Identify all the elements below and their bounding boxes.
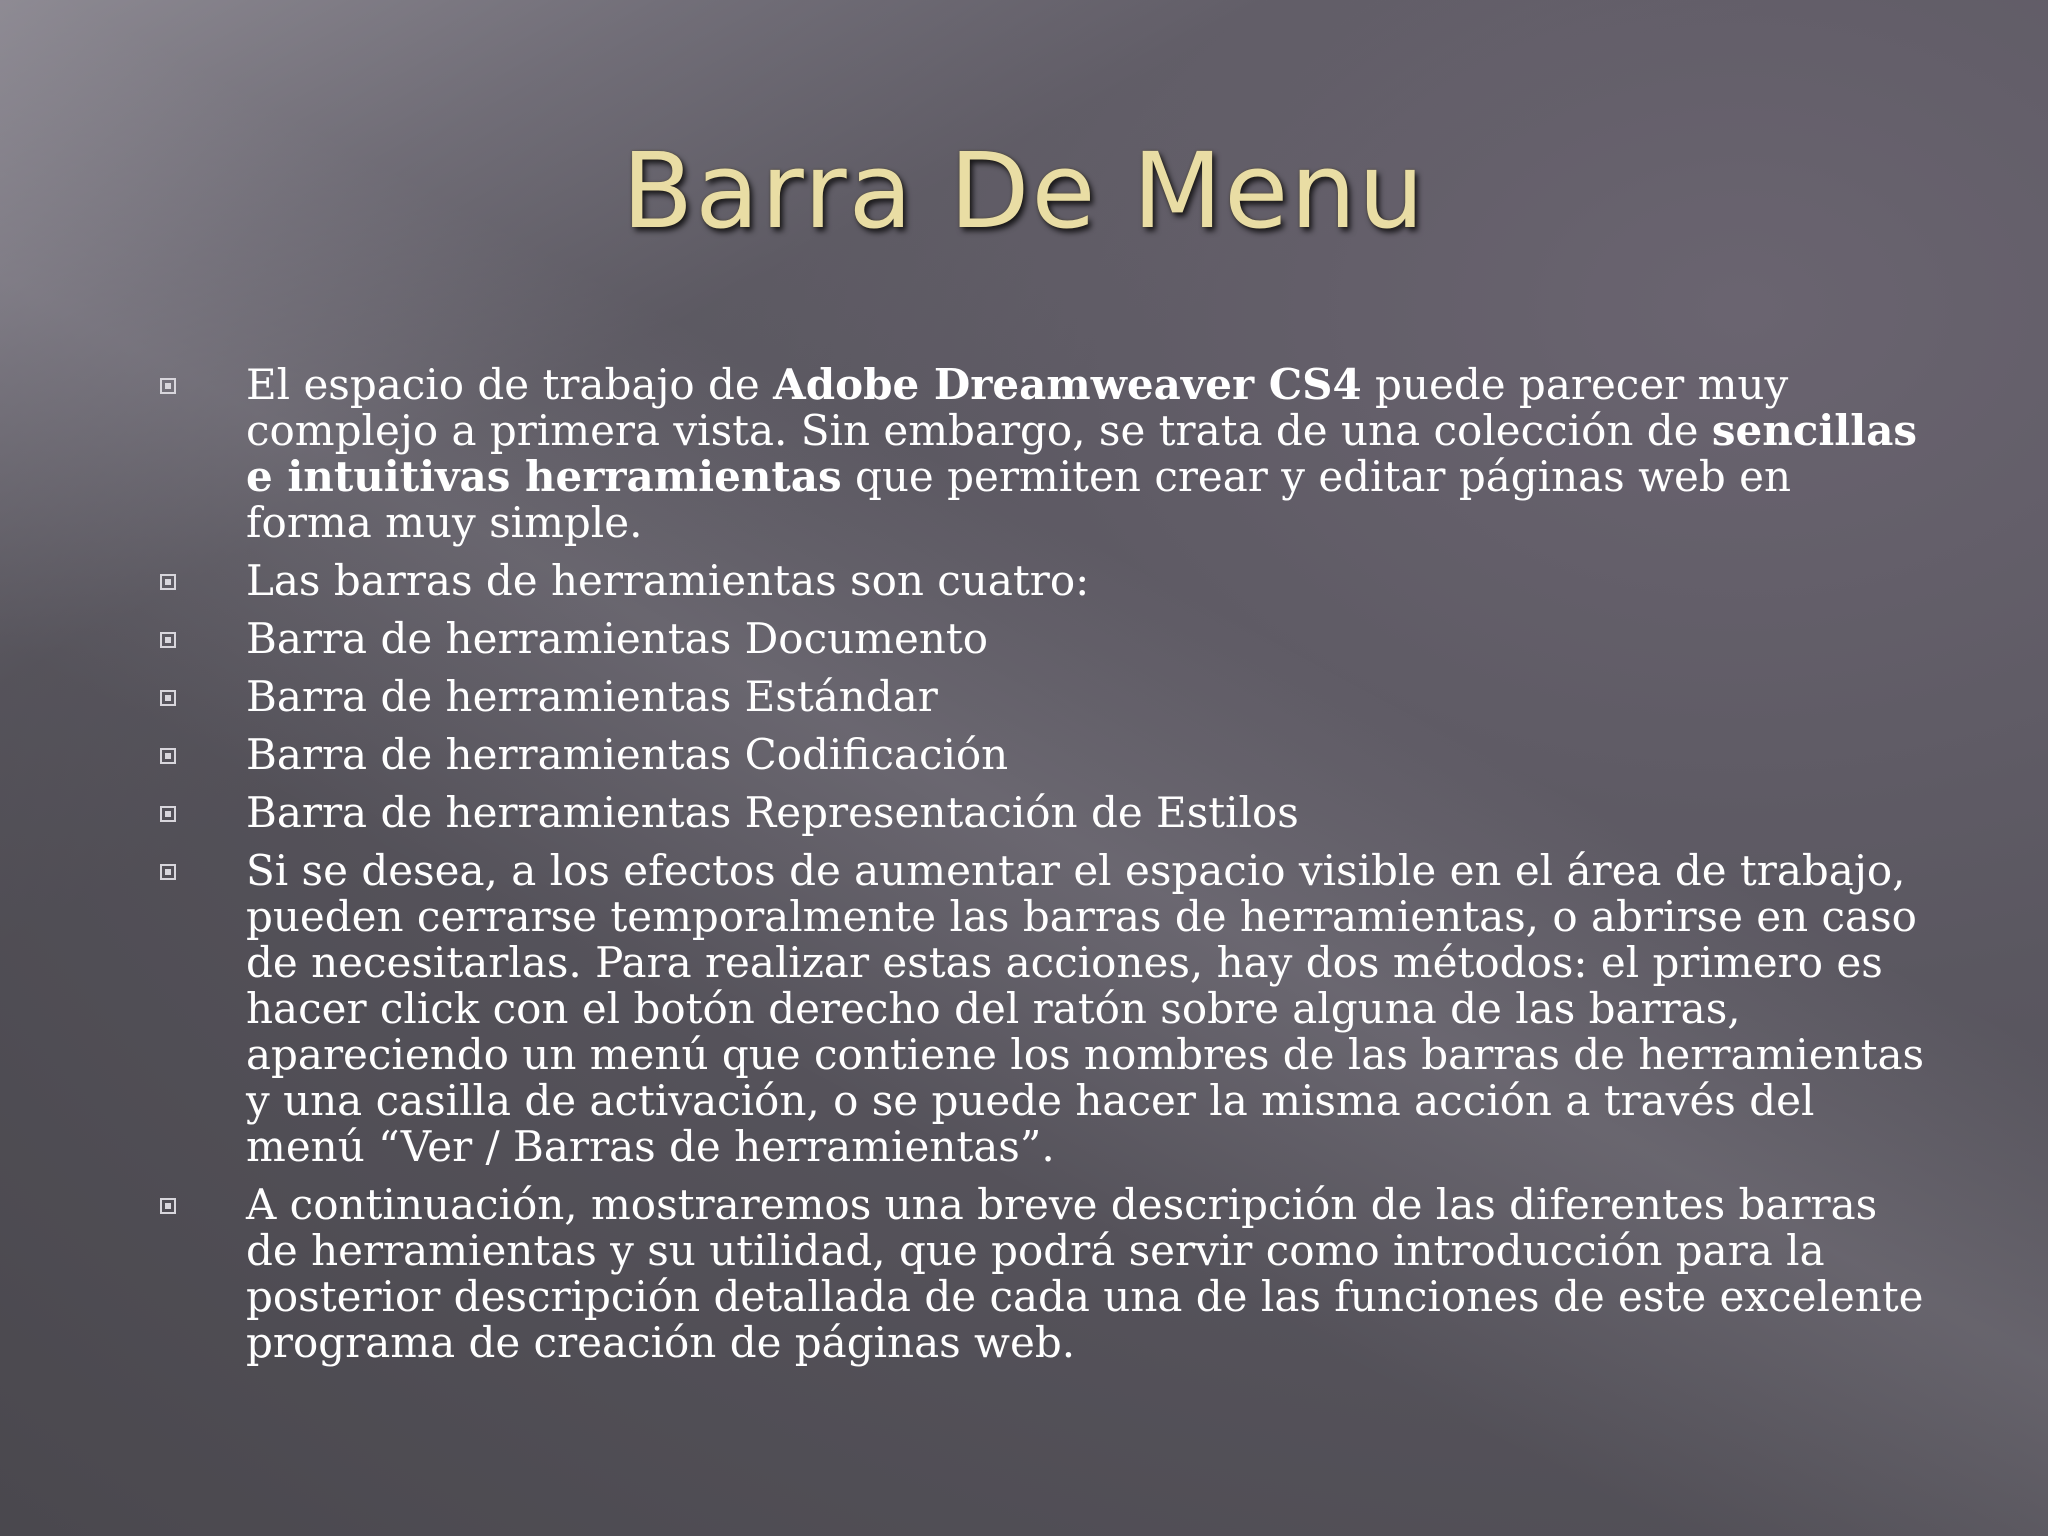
bullet-text: A continuación, mostraremos una breve de… xyxy=(246,1180,1924,1367)
bullet-text: Barra de herramientas Representación de … xyxy=(246,788,1299,837)
bullet-item: A continuación, mostraremos una breve de… xyxy=(150,1182,1930,1366)
bullet-text: Las barras de herramientas son cuatro: xyxy=(246,556,1090,605)
square-bullet-icon xyxy=(160,864,176,880)
square-bullet-icon xyxy=(160,632,176,648)
square-bullet-icon xyxy=(160,690,176,706)
square-bullet-icon xyxy=(160,574,176,590)
square-bullet-icon xyxy=(160,806,176,822)
square-bullet-icon xyxy=(160,1198,176,1214)
slide-title: Barra De Menu xyxy=(621,130,1427,252)
bullet-item: Si se desea, a los efectos de aumentar e… xyxy=(150,848,1930,1170)
bullet-item: Las barras de herramientas son cuatro: xyxy=(150,558,1930,604)
square-bullet-icon xyxy=(160,378,176,394)
bullet-text: Barra de herramientas Documento xyxy=(246,614,989,663)
bullet-item: El espacio de trabajo de Adobe Dreamweav… xyxy=(150,362,1930,546)
bullet-item: Barra de herramientas Codificación xyxy=(150,732,1930,778)
bullet-item: Barra de herramientas Estándar xyxy=(150,674,1930,720)
bullet-item: Barra de herramientas Representación de … xyxy=(150,790,1930,836)
bullet-text: Barra de herramientas Estándar xyxy=(246,672,938,721)
bold-product-name: Adobe Dreamweaver CS4 xyxy=(773,360,1362,409)
slide: Barra De Menu El espacio de trabajo de A… xyxy=(0,0,2048,1536)
bullet-list: El espacio de trabajo de Adobe Dreamweav… xyxy=(150,362,1930,1378)
square-bullet-icon xyxy=(160,748,176,764)
bullet-text: Si se desea, a los efectos de aumentar e… xyxy=(246,846,1925,1171)
bullet-item: Barra de herramientas Documento xyxy=(150,616,1930,662)
bullet-text: Barra de herramientas Codificación xyxy=(246,730,1009,779)
bullet-text: El espacio de trabajo de Adobe Dreamweav… xyxy=(246,360,1918,547)
